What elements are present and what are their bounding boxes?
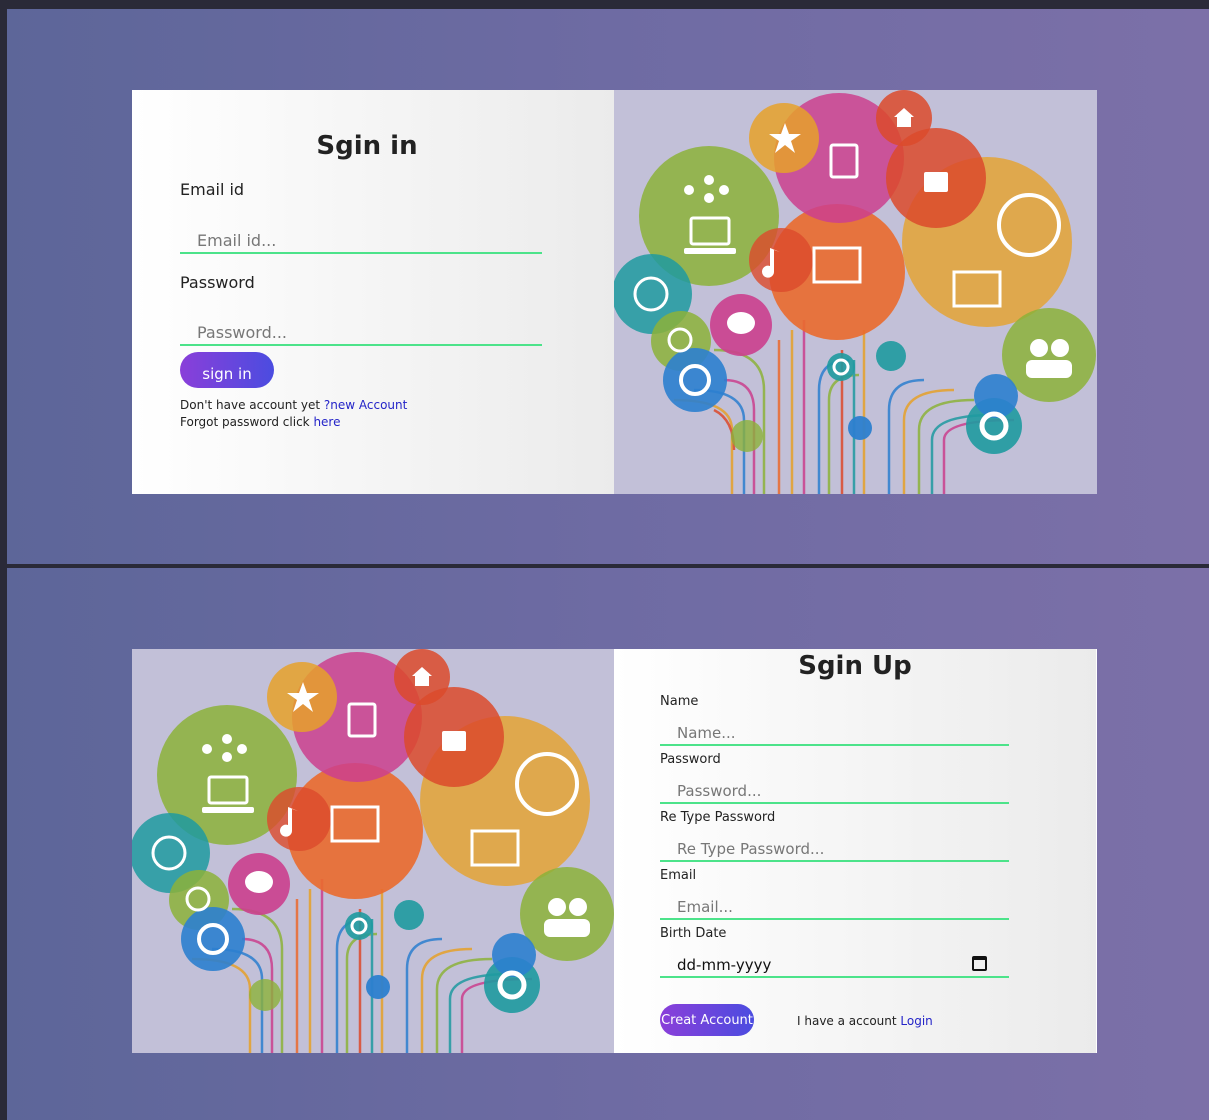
new-account-link[interactable]: ?new Account xyxy=(324,398,407,412)
name-field[interactable] xyxy=(660,721,1009,746)
retype-password-label: Re Type Password xyxy=(660,810,776,825)
signup-form: Sgin Up Name Password Re Type Password E… xyxy=(614,649,1096,1053)
signin-title: Sgin in xyxy=(316,131,418,161)
signin-panel: Sgin in Email id Password sign in Don't … xyxy=(7,9,1209,564)
password-label: Password xyxy=(180,273,255,292)
name-label: Name xyxy=(660,694,699,709)
no-account-text: Don't have account yet xyxy=(180,398,324,412)
signup-email-field[interactable] xyxy=(660,895,1009,920)
signin-form: Sgin in Email id Password sign in Don't … xyxy=(132,90,614,494)
forgot-password-link[interactable]: here xyxy=(313,415,340,429)
birth-date-value: dd-mm-yyyy xyxy=(677,956,772,974)
illustration-left xyxy=(132,649,615,1053)
network-icon xyxy=(719,185,729,195)
birth-date-label: Birth Date xyxy=(660,926,727,941)
basket-icon xyxy=(924,172,948,192)
signup-password-label: Password xyxy=(660,752,721,767)
users-icon xyxy=(544,919,590,937)
have-account-text: I have a account xyxy=(797,1014,901,1028)
forgot-text: Forgot password click xyxy=(180,415,314,429)
signup-card: Sgin Up Name Password Re Type Password E… xyxy=(132,649,1097,1053)
signin-card: Sgin in Email id Password sign in Don't … xyxy=(132,90,1097,494)
signup-title: Sgin Up xyxy=(798,651,912,681)
forgot-password-line: Forgot password click here xyxy=(180,415,340,429)
retype-password-field[interactable] xyxy=(660,837,1009,862)
new-account-line: Don't have account yet ?new Account xyxy=(180,398,407,412)
create-account-button[interactable]: Creat Account xyxy=(660,1004,754,1036)
chat-icon xyxy=(245,871,273,893)
signup-password-field[interactable] xyxy=(660,779,1009,804)
apps-tree-illustration xyxy=(132,649,614,1053)
birth-date-field[interactable]: dd-mm-yyyy xyxy=(660,953,1009,978)
have-account-line: I have a account Login xyxy=(797,1014,933,1028)
password-field[interactable] xyxy=(180,320,542,346)
network-icon xyxy=(237,744,247,754)
email-label: Email id xyxy=(180,180,245,199)
signup-panel: Sgin Up Name Password Re Type Password E… xyxy=(7,568,1209,1120)
chat-icon xyxy=(727,312,755,334)
login-link[interactable]: Login xyxy=(900,1014,932,1028)
sign-in-button[interactable]: sign in xyxy=(180,352,274,388)
users-icon xyxy=(1026,360,1072,378)
illustration-right xyxy=(614,90,1097,494)
apps-tree-illustration xyxy=(614,90,1096,494)
signup-email-label: Email xyxy=(660,868,697,883)
email-field[interactable] xyxy=(180,228,542,254)
calendar-icon[interactable] xyxy=(972,956,987,971)
basket-icon xyxy=(442,731,466,751)
